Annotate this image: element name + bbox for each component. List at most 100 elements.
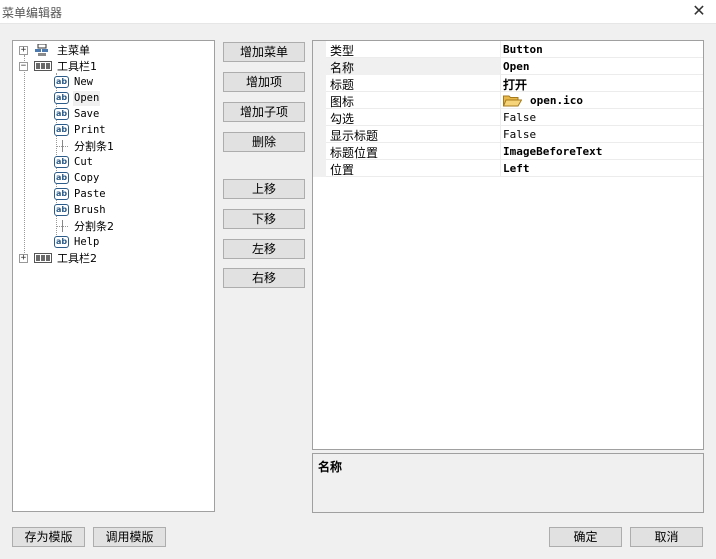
tree-item-label: Print (74, 124, 106, 136)
property-row-checked[interactable]: 勾选 False (313, 109, 703, 126)
property-name: 勾选 (330, 112, 355, 126)
toolbar-icon (34, 61, 52, 71)
separator-icon (62, 140, 63, 152)
property-row-caption[interactable]: 标题 打开 (313, 75, 703, 92)
close-icon[interactable]: ✕ (690, 2, 708, 20)
property-name: 标题 (330, 78, 355, 92)
title-bar: 菜单编辑器 ✕ (0, 0, 716, 24)
move-left-button[interactable]: 左移 (223, 239, 305, 259)
row-margin (313, 160, 326, 177)
property-row-position[interactable]: 位置 Left (313, 160, 703, 177)
add-menu-button[interactable]: 增加菜单 (223, 42, 305, 62)
tree-item-new[interactable]: ab New (13, 75, 203, 90)
delete-button[interactable]: 删除 (223, 132, 305, 152)
tree-item-label: Brush (74, 204, 106, 216)
tree-item-label: Save (74, 108, 100, 120)
tree-item-separator2[interactable]: 分割条2 (13, 219, 203, 234)
save-template-button[interactable]: 存为模版 (12, 527, 85, 547)
row-margin (313, 92, 326, 109)
folder-open-icon (503, 95, 522, 107)
ab-icon: ab (54, 204, 69, 216)
toolbar-icon (34, 253, 52, 263)
tree-item-brush[interactable]: ab Brush (13, 203, 203, 218)
tree-item-open[interactable]: ab Open (13, 91, 203, 106)
move-up-button[interactable]: 上移 (223, 179, 305, 199)
property-name: 标题位置 (330, 146, 379, 160)
tree-item-help[interactable]: ab Help (13, 235, 203, 250)
expand-icon[interactable]: + (19, 46, 28, 55)
tree-item-label: New (74, 76, 93, 88)
row-margin (313, 109, 326, 126)
tree-item-label: Paste (74, 188, 106, 200)
row-margin (313, 58, 326, 75)
property-value[interactable]: open.ico (530, 94, 583, 107)
column-divider (500, 160, 501, 177)
property-value[interactable]: 打开 (503, 76, 527, 93)
move-right-button[interactable]: 右移 (223, 268, 305, 288)
tree-item-cut[interactable]: ab Cut (13, 155, 203, 170)
separator-icon (62, 220, 63, 232)
cancel-button[interactable]: 取消 (630, 527, 703, 547)
property-row-show-caption[interactable]: 显示标题 False (313, 126, 703, 143)
description-title: 名称 (318, 460, 343, 474)
column-divider (500, 109, 501, 126)
row-margin (313, 41, 326, 58)
tree-item-label: Copy (74, 172, 100, 184)
property-description: 名称 (312, 453, 704, 513)
collapse-icon[interactable]: − (19, 62, 28, 71)
property-row-type[interactable]: 类型 Button (313, 41, 703, 58)
property-value[interactable]: False (503, 111, 536, 124)
row-margin (313, 75, 326, 92)
property-row-caption-position[interactable]: 标题位置 ImageBeforeText (313, 143, 703, 160)
property-value[interactable]: False (503, 128, 536, 141)
tree-item-copy[interactable]: ab Copy (13, 171, 203, 186)
ab-icon: ab (54, 92, 69, 104)
property-name: 类型 (330, 44, 355, 58)
property-grid[interactable]: 类型 Button 名称 Open 标题 打开 图标 open.ico 勾选 F… (312, 40, 704, 450)
property-name: 名称 (330, 61, 355, 75)
tree-item-label: 工具栏1 (57, 60, 97, 73)
move-down-button[interactable]: 下移 (223, 209, 305, 229)
column-divider (500, 92, 501, 109)
tree-item-label: 主菜单 (57, 44, 90, 57)
property-name: 位置 (330, 163, 355, 177)
tree-item-paste[interactable]: ab Paste (13, 187, 203, 202)
tree-item-label: 工具栏2 (57, 252, 97, 265)
property-value[interactable]: ImageBeforeText (503, 145, 602, 158)
ab-icon: ab (54, 76, 69, 88)
add-subitem-button[interactable]: 增加子项 (223, 102, 305, 122)
tree-item-label: 分割条2 (74, 220, 114, 233)
ab-icon: ab (54, 156, 69, 168)
property-value[interactable]: Left (503, 162, 530, 175)
tree-item-print[interactable]: ab Print (13, 123, 203, 138)
column-divider (500, 75, 501, 92)
expand-icon[interactable]: + (19, 254, 28, 263)
ab-icon: ab (54, 124, 69, 136)
ok-button[interactable]: 确定 (549, 527, 622, 547)
tree-item-label: Help (74, 236, 100, 248)
tree-item-label: Open (73, 91, 101, 106)
add-item-button[interactable]: 增加项 (223, 72, 305, 92)
column-divider (500, 41, 501, 58)
tree-item-separator1[interactable]: 分割条1 (13, 139, 203, 154)
tree-item-label: Cut (74, 156, 93, 168)
row-margin (313, 126, 326, 143)
property-name: 显示标题 (330, 129, 379, 143)
property-value[interactable]: Button (503, 43, 543, 56)
property-row-icon[interactable]: 图标 open.ico (313, 92, 703, 109)
column-divider (500, 126, 501, 143)
property-value[interactable]: Open (503, 60, 530, 73)
tree-item-save[interactable]: ab Save (13, 107, 203, 122)
column-divider (500, 58, 501, 75)
ab-icon: ab (54, 188, 69, 200)
load-template-button[interactable]: 调用模版 (93, 527, 166, 547)
menu-tree[interactable]: + 主菜单 − 工具栏1 ab New ab Open ab Save ab P… (12, 40, 215, 512)
row-margin (313, 143, 326, 160)
ab-icon: ab (54, 236, 69, 248)
tree-item-label: 分割条1 (74, 140, 114, 153)
property-name: 图标 (330, 95, 355, 109)
window-title: 菜单编辑器 (2, 6, 63, 20)
property-row-name[interactable]: 名称 Open (313, 58, 703, 75)
ab-icon: ab (54, 172, 69, 184)
ab-icon: ab (54, 108, 69, 120)
